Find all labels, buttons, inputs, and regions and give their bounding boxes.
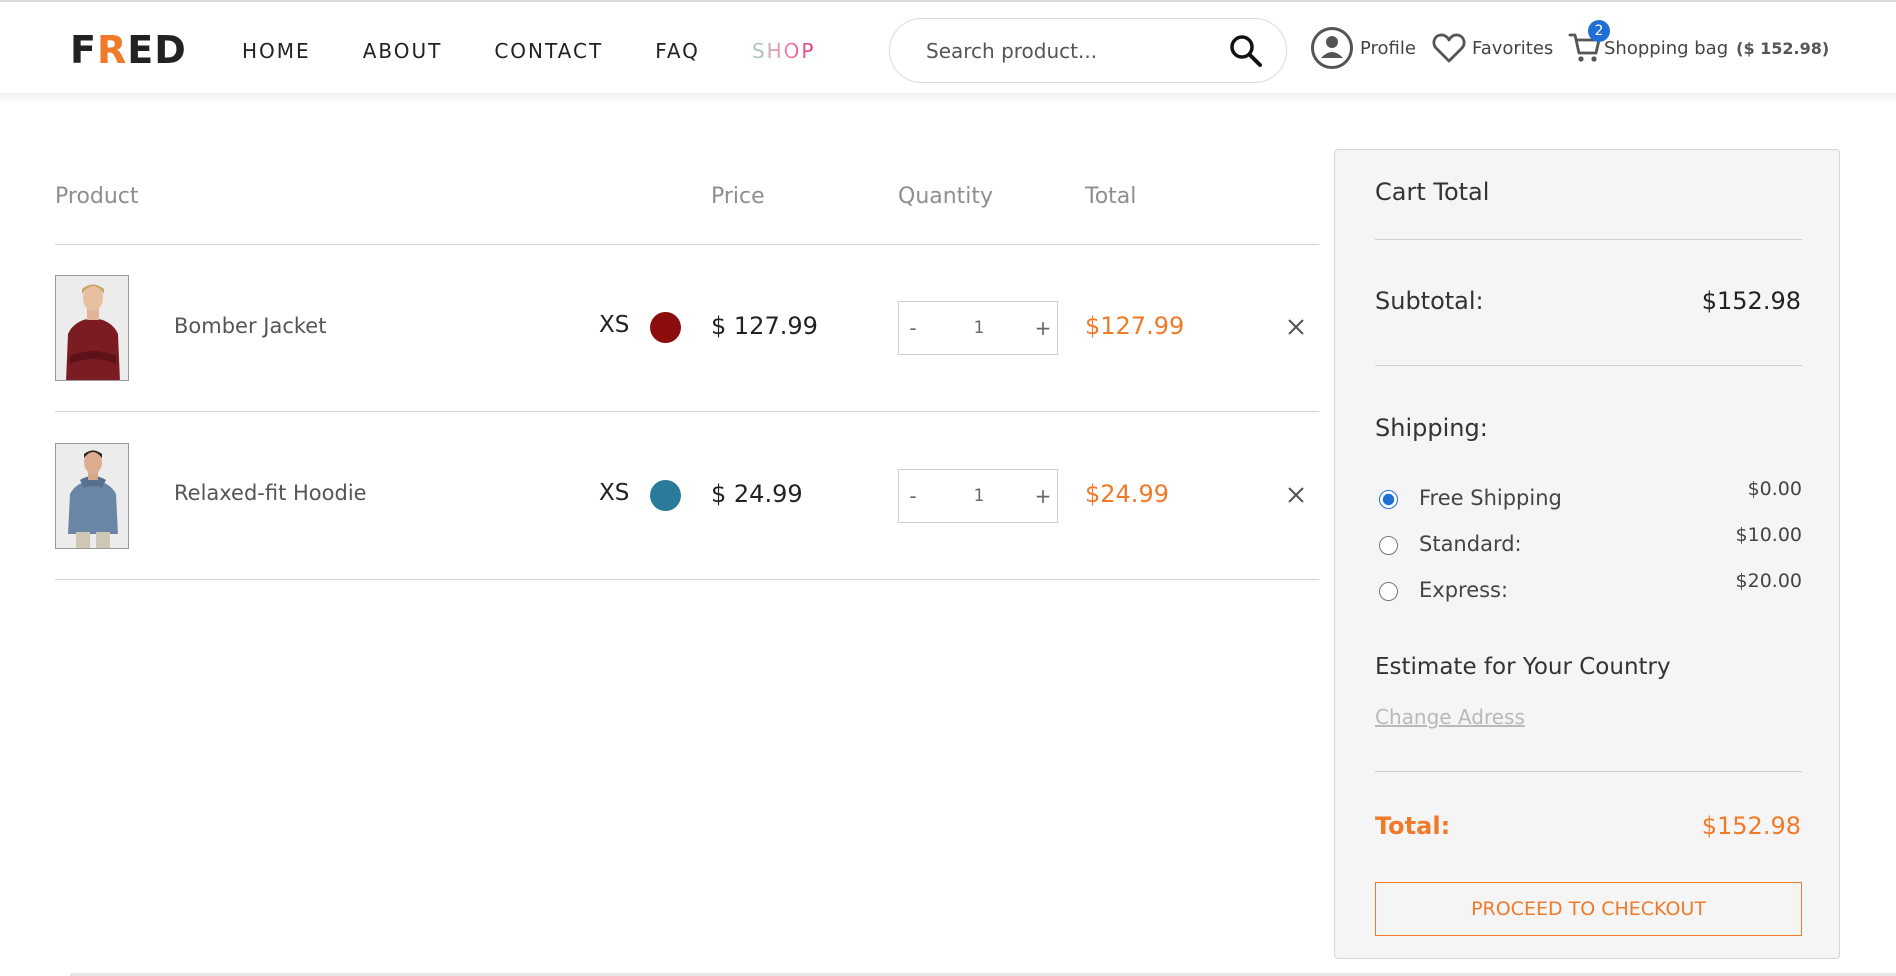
product-line-total: $127.99 [1085, 312, 1185, 340]
cart-total-title: Cart Total [1375, 178, 1490, 206]
logo-text-accent: R [96, 28, 128, 72]
product-name[interactable]: Relaxed-fit Hoodie [174, 481, 367, 505]
decrease-quantity-button[interactable]: - [901, 482, 925, 510]
shipping-radio-free[interactable] [1379, 490, 1398, 509]
product-thumbnail-relaxed-fit-hoodie[interactable] [55, 443, 129, 549]
favorites-label: Favorites [1472, 37, 1554, 59]
quantity-stepper: - + [898, 301, 1058, 355]
panel-divider [1375, 365, 1802, 366]
nav-home[interactable]: HOME [242, 38, 311, 64]
shipping-radio-standard[interactable] [1379, 536, 1398, 555]
profile-icon [1311, 27, 1353, 69]
product-thumbnail-bomber-jacket[interactable] [55, 275, 129, 381]
logo-text-end: ED [127, 28, 187, 72]
close-icon[interactable] [1284, 315, 1308, 339]
shipping-option-label[interactable]: Free Shipping [1419, 486, 1562, 510]
column-header-product: Product [55, 184, 139, 209]
shipping-option-price: $10.00 [1735, 524, 1802, 546]
increase-quantity-button[interactable]: + [1031, 482, 1055, 510]
cart-count-badge: 2 [1588, 20, 1610, 42]
product-price: $ 24.99 [711, 480, 803, 508]
total-value: $152.98 [1701, 812, 1801, 840]
panel-divider [1375, 771, 1802, 772]
logo[interactable]: FRED [70, 28, 187, 72]
product-image [56, 276, 128, 380]
nav-about[interactable]: ABOUT [363, 38, 443, 64]
estimate-title: Estimate for Your Country [1375, 654, 1671, 680]
product-size: XS [599, 312, 630, 338]
product-size: XS [599, 480, 630, 506]
panel-divider [1375, 239, 1802, 240]
subtotal-value: $152.98 [1701, 287, 1801, 315]
shipping-option-label[interactable]: Standard: [1419, 532, 1522, 556]
profile-label: Profile [1360, 37, 1416, 59]
shipping-option-label[interactable]: Express: [1419, 578, 1508, 602]
product-image [56, 444, 128, 548]
product-name[interactable]: Bomber Jacket [174, 314, 326, 338]
column-header-total: Total [1085, 184, 1137, 209]
search-input[interactable] [926, 37, 1216, 65]
shipping-radio-express[interactable] [1379, 582, 1398, 601]
nav-shop[interactable]: SHOP [752, 38, 816, 64]
quantity-stepper: - + [898, 469, 1058, 523]
product-price: $ 127.99 [711, 312, 818, 340]
proceed-to-checkout-button[interactable]: PROCEED TO CHECKOUT [1375, 882, 1802, 936]
search-box [889, 18, 1287, 83]
main-nav: HOME ABOUT CONTACT FAQ SHOP [242, 38, 867, 64]
product-line-total: $24.99 [1085, 480, 1169, 508]
shopping-bag-amount: ($ 152.98) [1736, 38, 1830, 58]
table-divider [55, 579, 1319, 580]
header-divider [0, 93, 1896, 105]
table-divider [55, 244, 1319, 245]
cart-total-panel: Cart Total Subtotal: $152.98 Shipping: F… [1334, 149, 1840, 959]
subtotal-label: Subtotal: [1375, 287, 1484, 315]
nav-faq[interactable]: FAQ [655, 38, 700, 64]
shipping-option-standard: Standard: $10.00 [1379, 524, 1802, 560]
color-swatch[interactable] [650, 312, 681, 343]
logo-text-start: F [70, 28, 97, 72]
color-swatch[interactable] [650, 480, 681, 511]
shipping-option-free: Free Shipping $0.00 [1379, 478, 1802, 514]
search-icon[interactable] [1228, 33, 1264, 69]
increase-quantity-button[interactable]: + [1031, 314, 1055, 342]
change-address-link[interactable]: Change Adress [1375, 705, 1525, 729]
shipping-option-express: Express: $20.00 [1379, 570, 1802, 606]
profile-link[interactable]: Profile [1310, 27, 1416, 69]
shopping-bag-label: Shopping bag [1604, 37, 1729, 59]
site-header: FRED HOME ABOUT CONTACT FAQ SHOP Profile… [0, 0, 1896, 93]
favorites-link[interactable]: Favorites [1432, 28, 1553, 68]
quantity-input[interactable] [939, 314, 1019, 342]
column-header-quantity: Quantity [898, 184, 994, 209]
nav-contact[interactable]: CONTACT [494, 38, 603, 64]
column-header-price: Price [711, 184, 765, 209]
decrease-quantity-button[interactable]: - [901, 314, 925, 342]
shipping-label: Shipping: [1375, 414, 1488, 442]
close-icon[interactable] [1284, 483, 1308, 507]
table-divider [55, 411, 1319, 412]
total-label: Total: [1375, 812, 1451, 840]
heart-icon [1432, 33, 1466, 63]
quantity-input[interactable] [939, 482, 1019, 510]
shipping-option-price: $20.00 [1735, 570, 1802, 592]
shipping-option-price: $0.00 [1747, 478, 1802, 500]
